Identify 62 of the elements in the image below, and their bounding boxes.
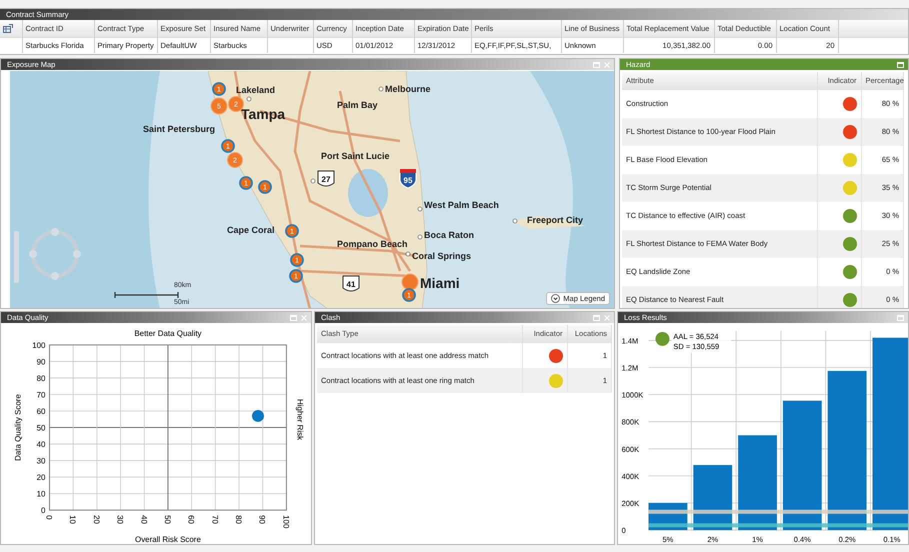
data-point [252, 410, 264, 422]
chart-title: Better Data Quality [134, 328, 202, 338]
city-dot [378, 86, 384, 92]
tick-label: 60 [36, 407, 46, 416]
tick-label: 70 [36, 390, 46, 400]
city-label: Saint Petersburg [143, 124, 216, 134]
close-icon[interactable] [604, 62, 610, 68]
location-marker [402, 274, 418, 290]
tick-label: 30 [116, 515, 125, 524]
highway-shield: 41 [342, 276, 360, 292]
annotation-label: Higher Risk [295, 399, 304, 440]
city-dot [418, 206, 422, 212]
city-label: Freeport City [527, 215, 584, 225]
city-label: Pompano Beach [337, 239, 408, 249]
tick-label: 80 [36, 374, 46, 383]
tick-label: 100 [32, 340, 46, 350]
restore-icon[interactable] [897, 62, 904, 68]
city-dot [512, 218, 518, 224]
tick-label: 0 [44, 515, 54, 520]
chevron-down-icon [551, 294, 560, 303]
city-label: Melbourne [385, 84, 431, 94]
city-label: Lakeland [236, 85, 276, 95]
axis-title: Overall Risk Score [135, 535, 201, 544]
restore-icon[interactable] [897, 314, 904, 320]
axis-title: Data Quality Score [14, 394, 23, 461]
highway-shield: 95 [400, 168, 416, 188]
city-dot [406, 252, 410, 256]
city-dot [246, 96, 252, 102]
navigation-control-drawing [14, 228, 81, 283]
city-label: Cape Coral [227, 225, 275, 235]
close-icon[interactable] [301, 314, 307, 320]
city-label: Boca Raton [424, 230, 474, 240]
scale-bar [114, 291, 179, 299]
tick-label: 90 [36, 357, 46, 366]
tick-label: 60 [186, 515, 196, 524]
tick-label: 10 [36, 490, 46, 499]
city-label: Coral Springs [412, 251, 472, 261]
city-dot [310, 178, 316, 184]
close-icon[interactable] [604, 314, 610, 320]
tick-label: 10 [68, 515, 78, 524]
tick-label: 80 [234, 515, 244, 524]
city-label: West Palm Beach [424, 200, 499, 210]
tick-label: 20 [36, 473, 46, 482]
city-label: Port Saint Lucie [321, 151, 390, 161]
tick-label: 30 [36, 456, 46, 466]
tick-label: 20 [92, 515, 101, 524]
city-label: Miami [420, 275, 460, 291]
highway-shield: 27 [318, 170, 334, 186]
tick-label: 90 [258, 515, 267, 524]
tick-label: 50 [162, 515, 172, 524]
column-chooser-icon[interactable] [3, 24, 13, 33]
city-label: Palm Bay [337, 100, 378, 110]
tick-label: 100 [281, 515, 290, 528]
tick-label: 50 [36, 424, 46, 433]
tick-label: 0 [41, 506, 46, 516]
restore-icon[interactable] [593, 314, 600, 320]
tick-label: 70 [210, 515, 220, 524]
city-label: Tampa [241, 106, 286, 122]
tick-label: 40 [36, 440, 46, 450]
restore-icon[interactable] [290, 314, 297, 320]
city-dot [418, 234, 422, 240]
tick-label: 40 [139, 515, 148, 524]
